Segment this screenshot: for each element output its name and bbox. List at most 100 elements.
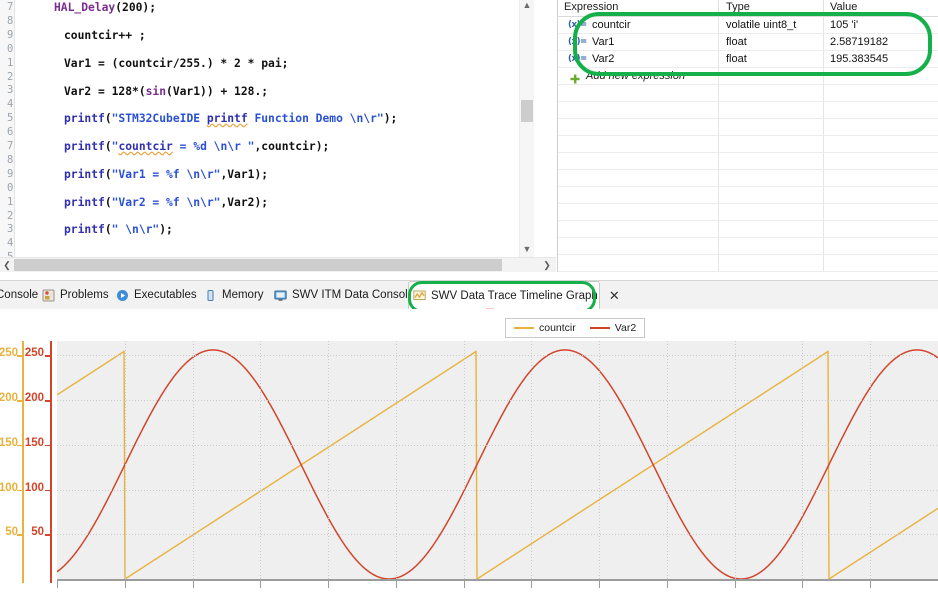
cell-divider [823,34,824,51]
editor-code-line[interactable]: Var2 = 128*(sin(Var1)) + 128.; [64,85,268,98]
cell-divider [718,17,719,34]
cell-divider [823,51,824,68]
expression-type[interactable]: float [726,36,747,48]
table-row[interactable] [558,136,938,153]
tab-label: Executables [134,289,197,301]
tab-memory[interactable]: Memory [200,281,274,309]
editor-line-number: 2 [6,70,13,83]
table-row[interactable] [558,102,938,119]
header-divider[interactable] [823,0,824,16]
expression-name[interactable]: countcir [592,19,631,31]
x-axis-tick [396,579,397,588]
editor-code-line[interactable]: printf("countcir = %d \n\r ",countcir); [64,140,329,153]
editor-code-line[interactable]: Var1 = (countcir/255.) * 2 * pai; [64,57,288,70]
executables-icon [116,289,129,302]
x-axis-tick [802,579,803,588]
add-plus-icon[interactable] [570,71,580,84]
editor-code-line[interactable]: printf("Var2 = %f \n\r",Var2); [64,196,268,209]
editor-code-area[interactable]: HAL_Delay(200); countcir++ ; Var1 = (count… [14,0,534,258]
cell-divider [718,255,719,272]
table-row[interactable] [558,170,938,187]
editor-line-number: 3 [6,223,13,236]
editor-line-number: 1 [6,195,13,208]
cell-divider [718,68,719,85]
scroll-left-icon[interactable]: ❮ [0,259,14,271]
code-editor-panel[interactable]: 7890123456789012345 HAL_Delay(200);count… [0,0,556,272]
expressions-view[interactable]: Expression Type Value (x)= countcir volati… [557,0,938,272]
tab-executables[interactable]: Executables [112,281,204,309]
editor-line-number: 2 [6,209,13,222]
editor-code-line[interactable]: printf(" \n\r"); [64,223,173,236]
editor-code-line[interactable]: printf("Var1 = %f \n\r",Var1); [64,168,268,181]
table-row[interactable] [558,221,938,238]
editor-code-line[interactable]: HAL_Delay(200); [54,1,156,14]
table-row[interactable]: (x)= Var1 float 2.58719182 [558,34,938,51]
cell-divider [823,170,824,187]
axis-tick-label: 100 [24,481,44,494]
expression-name[interactable]: Var2 [592,53,614,65]
series-countcir [57,350,938,579]
scroll-down-icon[interactable]: ▼ [520,245,534,254]
close-icon[interactable]: ✕ [609,289,620,302]
editor-vscroll-thumb[interactable] [521,100,533,122]
table-row[interactable]: (x)= countcir volatile uint8_t 105 'i' [558,17,938,34]
expression-value[interactable]: 105 'i' [830,19,858,31]
axis-tick [45,400,50,402]
editor-horizontal-scrollbar[interactable]: ❮ ❯ [0,257,556,272]
expression-type[interactable]: volatile uint8_t [726,19,796,31]
editor-hscroll-thumb[interactable] [14,259,502,271]
x-axis-tick [125,579,126,588]
editor-vertical-scrollbar[interactable]: ▲ ▼ [519,0,534,258]
legend-item-var2[interactable]: Var2 [589,322,636,334]
view-tab-bar[interactable]: Console Problems Executables Memory SWV ITM … [0,280,938,310]
tab-swv-itm-data-console[interactable]: SWV ITM Data Console [270,281,414,309]
table-row[interactable]: Add new expression [558,68,938,85]
app-window: 7890123456789012345 HAL_Delay(200);count… [0,0,938,603]
axis-tick-label: 150 [24,436,44,449]
scroll-up-icon[interactable]: ▲ [520,1,534,10]
column-header-value[interactable]: Value [830,1,857,13]
chart-plot-area[interactable] [57,341,938,579]
editor-code-line[interactable]: printf("STM32CubeIDE printf Function Dem… [64,112,397,125]
table-row[interactable] [558,204,938,221]
cell-divider [823,68,824,85]
cell-divider [718,170,719,187]
editor-code-line[interactable]: countcir++ ; [64,29,146,42]
gridline-vertical [531,341,532,579]
editor-line-number: 8 [6,14,13,27]
expression-name[interactable]: Var1 [592,36,614,48]
table-row[interactable] [558,238,938,255]
x-axis-tick [328,579,329,588]
gridline-vertical [396,341,397,579]
header-divider[interactable] [718,0,719,16]
legend-item-countcir[interactable]: countcir [514,322,576,334]
table-row[interactable] [558,119,938,136]
table-row[interactable] [558,85,938,102]
tab-label: Console [0,289,39,301]
expression-value[interactable]: 2.58719182 [830,36,888,48]
cell-divider [823,153,824,170]
gridline-horizontal [57,400,938,402]
axis-tick-label: 50 [31,526,44,539]
cell-divider [823,17,824,34]
column-header-expression[interactable]: Expression [564,1,618,13]
editor-line-number: 4 [6,98,13,111]
cell-divider [823,238,824,255]
expression-value[interactable]: 195.383545 [830,53,888,65]
add-new-expression-label[interactable]: Add new expression [586,70,685,82]
table-row[interactable]: (x)= Var2 float 195.383545 [558,51,938,68]
column-header-type[interactable]: Type [726,1,750,13]
swv-data-trace-timeline-graph[interactable]: countcir Var2 50 100 150 200 250 50 100 150 200… [0,309,938,603]
editor-line-number: 7 [6,1,13,13]
axis-tick-label: 250 [24,347,44,360]
gridline-horizontal [57,355,938,357]
table-row[interactable] [558,187,938,204]
table-row[interactable] [558,153,938,170]
scroll-right-icon[interactable]: ❯ [540,259,554,271]
expression-type[interactable]: float [726,53,747,65]
tab-problems[interactable]: Problems [38,281,116,309]
editor-line-number: 8 [6,153,13,166]
tab-swv-data-trace-timeline-graph[interactable]: SWV Data Trace Timeline Graph ✕ [408,281,620,309]
cell-divider [718,34,719,51]
table-row[interactable] [558,255,938,272]
